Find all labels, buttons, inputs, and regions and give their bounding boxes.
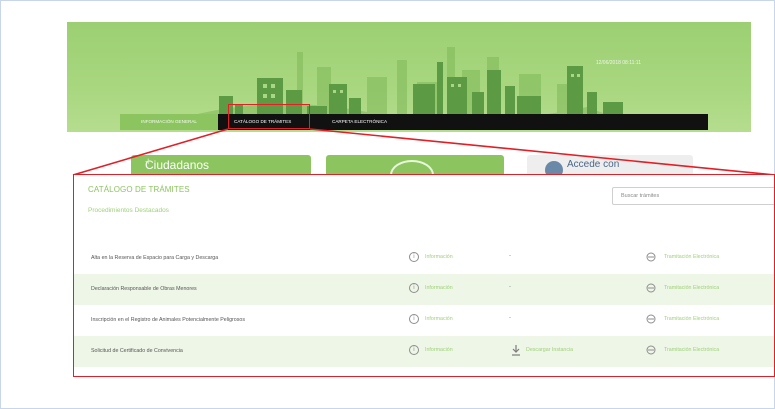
procedure-name[interactable]: Alta en la Reserva de Espacio para Carga… — [91, 255, 218, 261]
info-icon[interactable]: i — [409, 252, 419, 262]
info-link[interactable]: Información — [425, 347, 453, 353]
download-placeholder: - — [509, 315, 511, 321]
info-link[interactable]: Información — [425, 254, 453, 260]
info-icon[interactable]: i — [409, 345, 419, 355]
download-form-link[interactable]: Descargar Instancia — [526, 347, 573, 353]
catalog-title: CATÁLOGO DE TRÁMITES — [88, 185, 190, 194]
info-icon[interactable]: i — [409, 283, 419, 293]
nav-highlight-box — [228, 104, 310, 129]
electronic-processing-link[interactable]: Tramitación Electrónica — [664, 347, 719, 353]
download-icon[interactable] — [511, 344, 521, 356]
electronic-processing-icon[interactable] — [646, 283, 656, 293]
electronic-processing-icon[interactable] — [646, 314, 656, 324]
list-item[interactable]: Alta en la Reserva de Espacio para Carga… — [74, 243, 774, 274]
search-input[interactable] — [612, 187, 774, 205]
procedure-name[interactable]: Solicitud de Certificado de Convivencia — [91, 348, 183, 354]
list-item[interactable]: Solicitud de Certificado de Convivencia … — [74, 336, 774, 367]
nav-informacion-general[interactable]: INFORMACIÓN GENERAL — [120, 114, 218, 130]
electronic-processing-link[interactable]: Tramitación Electrónica — [664, 285, 719, 291]
catalog-popup: CATÁLOGO DE TRÁMITES Procedimientos Dest… — [73, 174, 775, 377]
info-link[interactable]: Información — [425, 316, 453, 322]
list-item[interactable]: Inscripción en el Registro de Animales P… — [74, 305, 774, 336]
download-placeholder: - — [509, 284, 511, 290]
timestamp: 12/06/2018 08:11:11 — [595, 60, 641, 66]
info-icon[interactable]: i — [409, 314, 419, 324]
procedure-name[interactable]: Inscripción en el Registro de Animales P… — [91, 317, 245, 323]
electronic-processing-link[interactable]: Tramitación Electrónica — [664, 254, 719, 260]
procedures-list: Alta en la Reserva de Espacio para Carga… — [74, 243, 774, 367]
plus-icon: + — [145, 156, 152, 168]
electronic-processing-link[interactable]: Tramitación Electrónica — [664, 316, 719, 322]
procedure-name[interactable]: Declaración Responsable de Obras Menores — [91, 286, 197, 292]
list-item[interactable]: Declaración Responsable de Obras Menores… — [74, 274, 774, 305]
electronic-processing-icon[interactable] — [646, 252, 656, 262]
info-link[interactable]: Información — [425, 285, 453, 291]
download-placeholder: - — [509, 253, 511, 259]
nav-carpeta-electronica[interactable]: CARPETA ELECTRÓNICA — [328, 114, 391, 130]
main-nav: INFORMACIÓN GENERAL CATÁLOGO DE TRÁMITES… — [120, 114, 708, 130]
catalog-subtitle[interactable]: Procedimientos Destacados — [88, 207, 169, 214]
electronic-processing-icon[interactable] — [646, 345, 656, 355]
accede-label: Accede con — [567, 159, 620, 170]
